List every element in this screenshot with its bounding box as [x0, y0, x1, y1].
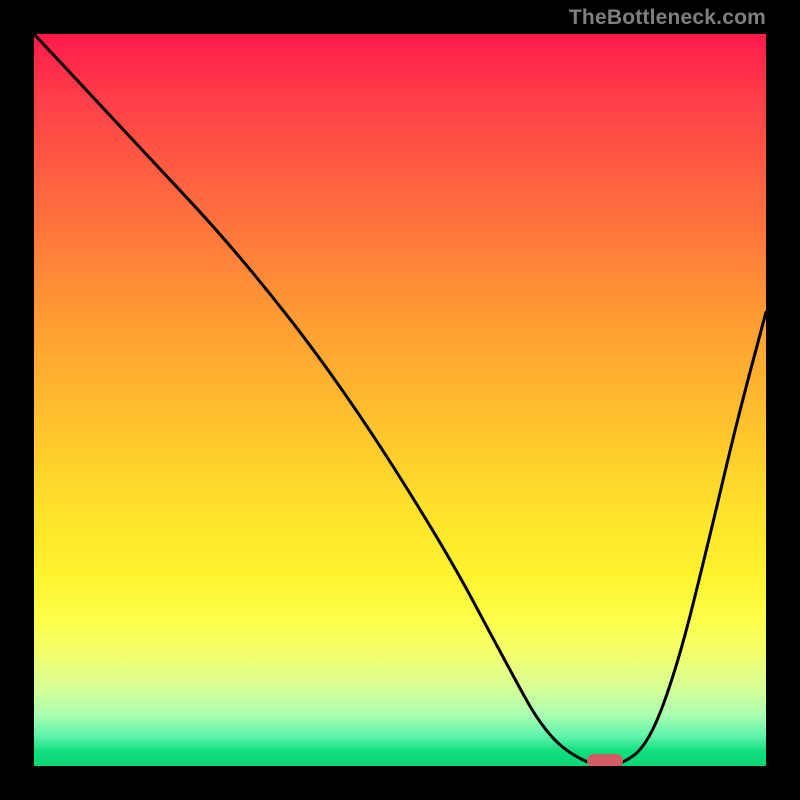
chart-frame: TheBottleneck.com: [0, 0, 800, 800]
plot-area: [34, 34, 766, 766]
bottleneck-curve: [34, 34, 766, 766]
optimal-marker: [587, 754, 624, 766]
watermark-text: TheBottleneck.com: [569, 6, 766, 30]
